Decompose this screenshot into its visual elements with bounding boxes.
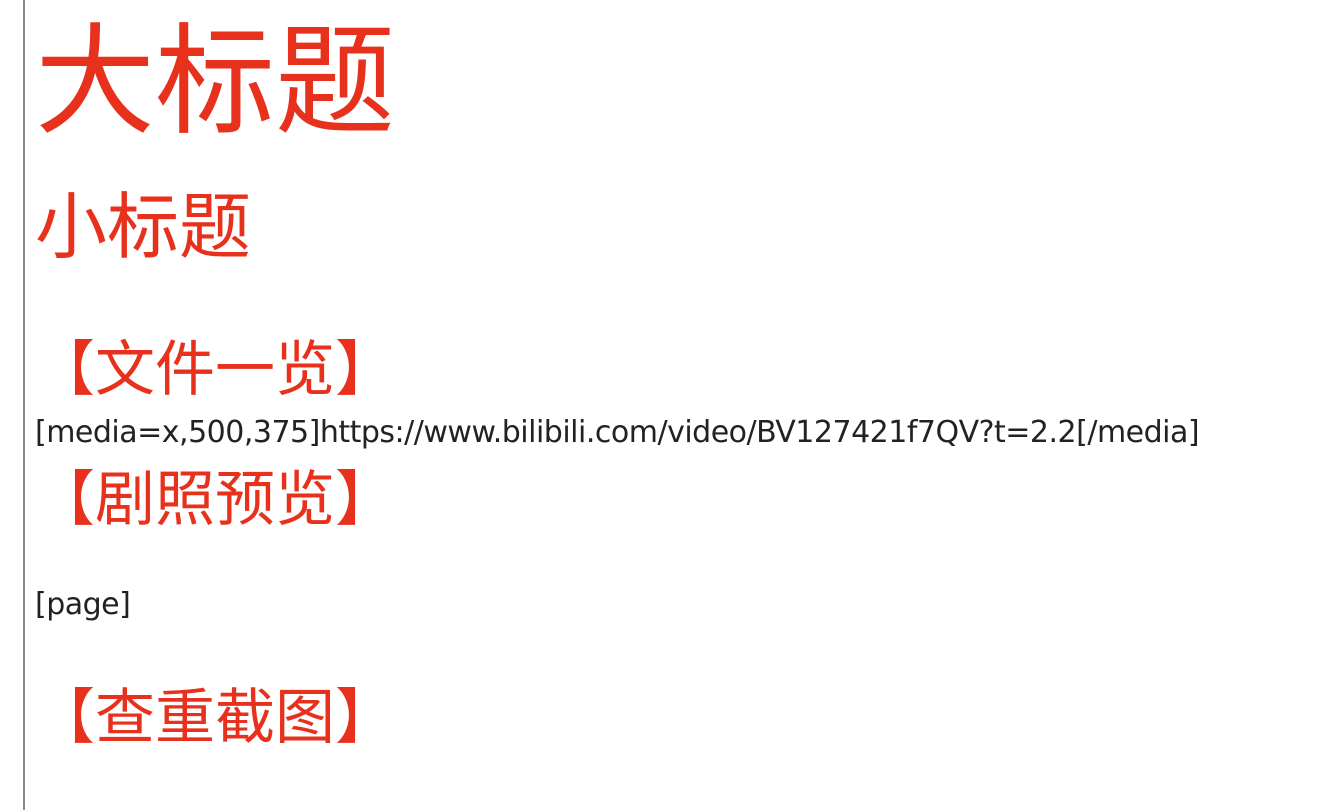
page-break-tag: [page] <box>35 587 131 622</box>
sub-title: 小标题 <box>35 185 252 269</box>
section-heading-stills-preview: 【剧照预览】 <box>35 465 395 535</box>
document-page: 大标题 小标题 【文件一览】 [media=x,500,375]https://… <box>0 0 1336 810</box>
media-embed-code: [media=x,500,375]https://www.bilibili.co… <box>35 415 1200 450</box>
left-border-rule <box>23 0 25 810</box>
big-title: 大标题 <box>35 13 395 152</box>
section-heading-plagiarism-check-screenshot: 【查重截图】 <box>35 683 395 753</box>
section-heading-file-overview: 【文件一览】 <box>35 335 395 405</box>
